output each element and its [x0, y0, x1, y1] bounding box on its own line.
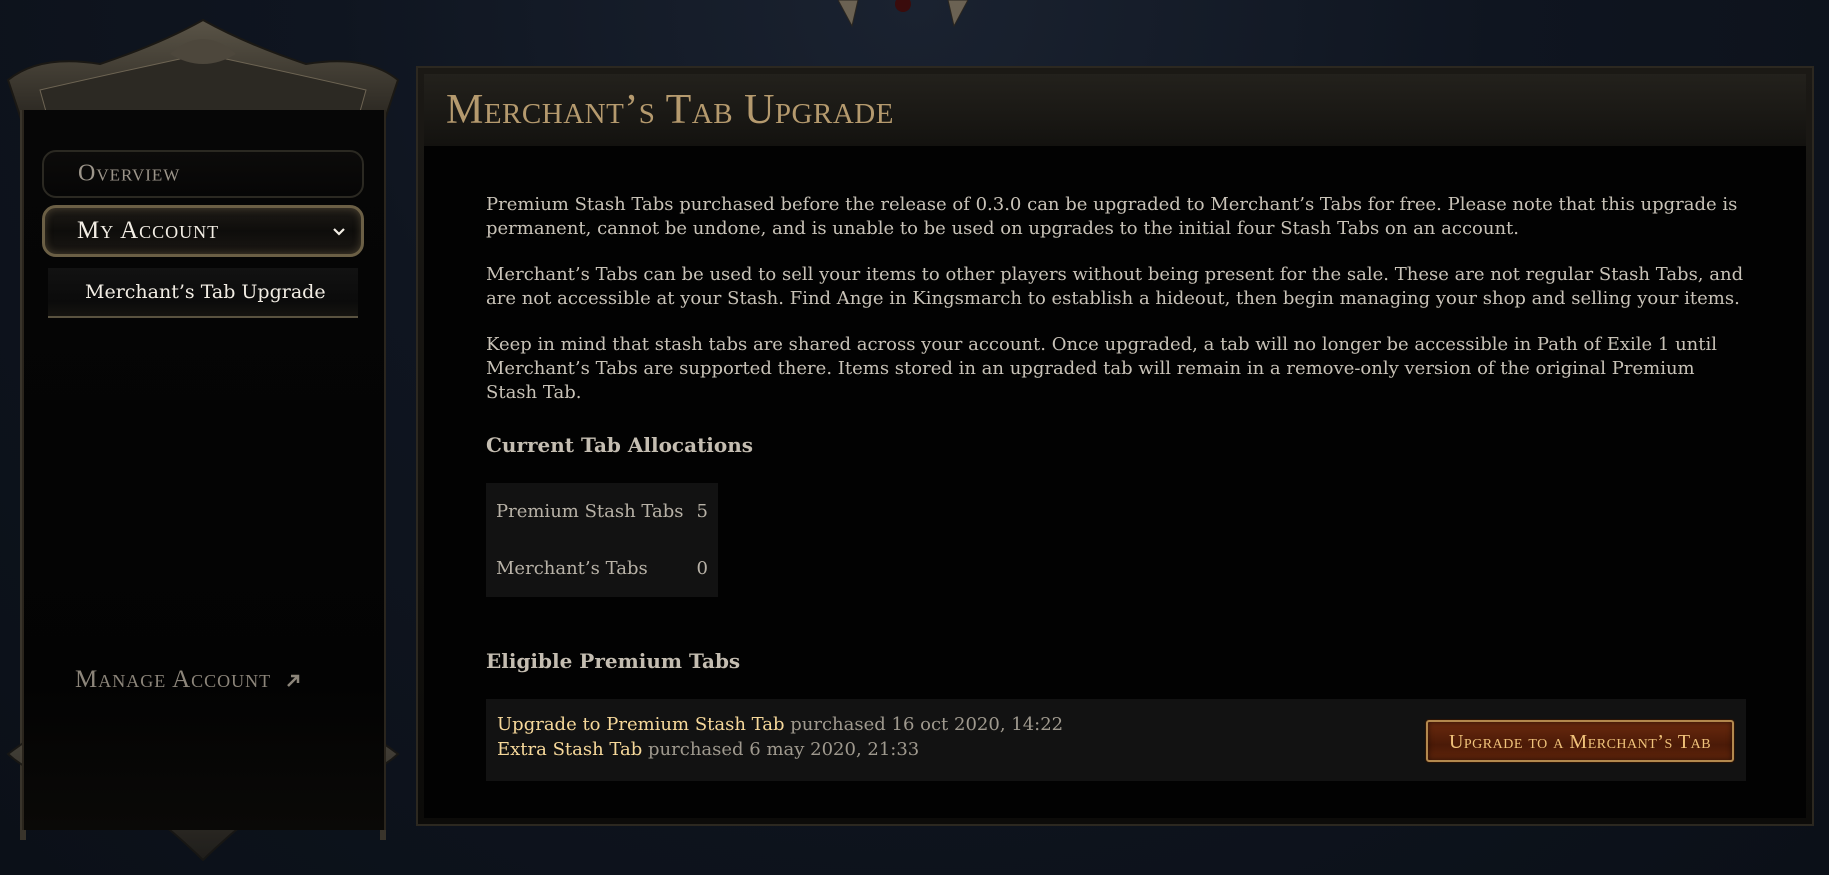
sidebar-item-label: Merchant’s Tab Upgrade: [85, 281, 326, 303]
eligible-tab-name: Upgrade to Premium Stash Tab: [497, 714, 791, 735]
info-paragraph-3: Keep in mind that stash tabs are shared …: [486, 334, 1718, 403]
external-link-icon: [287, 675, 300, 688]
nav-item-overview-label: Overview: [78, 160, 181, 187]
allocations-table: Premium Stash Tabs 5 Merchant’s Tabs 0: [486, 483, 718, 597]
allocation-label: Premium Stash Tabs: [496, 501, 684, 522]
top-ornament: [838, 0, 968, 28]
table-row: Premium Stash Tabs 5: [486, 483, 718, 540]
sidebar-item-merchants-tab-upgrade[interactable]: Merchant’s Tab Upgrade: [48, 268, 358, 318]
allocation-label: Merchant’s Tabs: [496, 558, 648, 579]
page-title: Merchant’s Tab Upgrade: [446, 87, 894, 133]
allocation-value: 5: [696, 501, 708, 522]
list-item: Extra Stash Tab purchased 6 may 2020, 21…: [497, 739, 919, 760]
eligible-heading: Eligible Premium Tabs: [486, 649, 741, 673]
info-paragraph-2: Merchant’s Tabs can be used to sell your…: [486, 264, 1744, 309]
manage-account-label: Manage Account: [75, 666, 272, 693]
nav-item-my-account[interactable]: My Account: [42, 205, 364, 257]
upgrade-button-label: Upgrade to a Merchant’s Tab: [1448, 731, 1712, 753]
allocation-value: 0: [696, 558, 708, 579]
upgrade-to-merchants-tab-button[interactable]: Upgrade to a Merchant’s Tab: [1426, 720, 1734, 762]
allocations-heading: Current Tab Allocations: [486, 433, 754, 457]
eligible-tab-meta: purchased 6 may 2020, 21:33: [648, 739, 920, 760]
eligible-tab-meta: purchased 16 oct 2020, 14:22: [790, 714, 1064, 735]
nav-item-overview[interactable]: Overview: [42, 150, 364, 198]
eligible-tab-name: Extra Stash Tab: [497, 739, 649, 760]
info-paragraph-1: Premium Stash Tabs purchased before the …: [486, 194, 1738, 239]
manage-account-link[interactable]: Manage Account: [75, 666, 302, 694]
table-row: Merchant’s Tabs 0: [486, 540, 718, 597]
list-item: Upgrade to Premium Stash Tab purchased 1…: [497, 714, 1063, 735]
chevron-down-icon: [333, 228, 345, 236]
nav-item-my-account-label: My Account: [77, 217, 220, 244]
